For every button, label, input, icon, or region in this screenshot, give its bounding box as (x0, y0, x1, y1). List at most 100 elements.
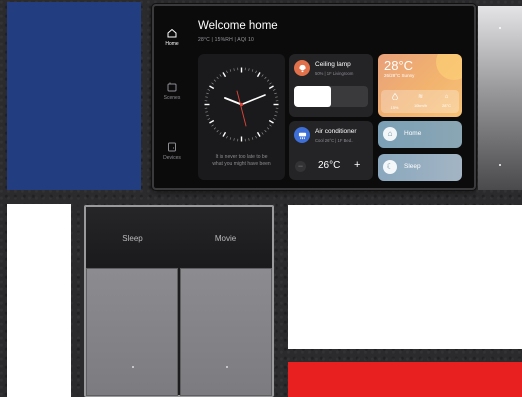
scene-home-button[interactable]: ⌂ Home (378, 121, 462, 148)
clock-minute-tick (264, 76, 267, 80)
temp-decrease-button[interactable]: − (295, 161, 306, 172)
clock-minute-tick (213, 79, 217, 82)
quote-line-2: what you might have been (212, 161, 271, 167)
minute-hand (240, 94, 266, 106)
brightness-slider[interactable] (294, 86, 368, 107)
scene-sleep-button[interactable]: ☾ Sleep (378, 154, 462, 181)
air-conditioner-card[interactable]: Air conditioner Cool 26°C | 1F Bed.. − 2… (289, 121, 373, 180)
quote-text: It is never too late to be what you migh… (198, 154, 285, 168)
white-panel-right (288, 205, 522, 349)
lamp-title: Ceiling lamp (315, 61, 351, 68)
ac-icon (294, 127, 310, 143)
clock-minute-tick (207, 89, 211, 91)
weather-stat-wind: ≋ 10km/h (411, 93, 430, 108)
ac-title: Air conditioner (315, 128, 357, 135)
sidebar-item-home[interactable]: Home (158, 28, 186, 47)
humidity-icon (385, 92, 404, 103)
clock-hour-tick (268, 85, 274, 90)
wind-icon: ≋ (417, 94, 424, 100)
clock-minute-tick (248, 138, 250, 141)
clock-minute-tick (255, 135, 257, 139)
weather-stat-indoor: ⌂ 28°C (437, 93, 456, 108)
clock-minute-tick (219, 132, 222, 135)
clock-hour-tick (222, 131, 227, 137)
clock-minute-tick (248, 68, 250, 71)
clock-hour-tick (209, 119, 215, 124)
clock-minute-tick (216, 129, 219, 133)
clock-hour-tick (256, 72, 261, 78)
sidebar-item-scenes[interactable]: Scenes (158, 82, 186, 101)
ceiling-lamp-card[interactable]: Ceiling lamp 50% | 1F Livingroom (289, 54, 373, 117)
clock-minute-tick (269, 82, 272, 85)
clock-minute-tick (211, 82, 214, 85)
indicator-dot (226, 366, 228, 368)
temp-increase-button[interactable]: + (354, 159, 360, 171)
weather-temperature: 28°C (384, 58, 414, 73)
moon-icon: ☾ (383, 160, 397, 174)
sidebar-item-label: Devices (163, 155, 181, 161)
clock-minute-tick (233, 68, 235, 71)
clock-minute-tick (205, 96, 208, 98)
indoor-temp-icon: ⌂ (444, 94, 449, 100)
scene-switch-panel: Sleep Movie (84, 205, 274, 397)
sidebar-item-label: Home (165, 41, 179, 47)
clock-minute-tick (272, 118, 276, 120)
sidebar-item-devices[interactable]: Devices (158, 142, 186, 161)
clock-minute-tick (251, 137, 254, 140)
switch-display: Sleep Movie (86, 207, 272, 267)
humidity-value: 15% (390, 105, 399, 110)
scenes-icon (167, 82, 177, 92)
sun-icon (436, 54, 462, 80)
home-icon (167, 28, 177, 38)
second-hand (236, 90, 247, 127)
switch-label-right: Movie (214, 234, 237, 243)
clock-minute-tick (206, 92, 209, 95)
clock-minute-tick (275, 96, 278, 98)
clock-minute-tick (264, 129, 267, 133)
clock-center (239, 102, 244, 107)
metal-switch-panel (478, 6, 522, 190)
clock-hour-tick (256, 131, 261, 137)
sleep-switch-button[interactable] (86, 268, 178, 396)
quote-line-1: It is never too late to be (215, 154, 268, 160)
clock-hour-tick (209, 85, 215, 90)
clock-minute-tick (233, 138, 235, 141)
weather-stat-humidity: 15% (385, 92, 404, 110)
clock-hour-tick (222, 72, 227, 78)
clock-minute-tick (226, 70, 228, 74)
indicator-dot (499, 164, 501, 166)
clock-minute-tick (229, 69, 232, 72)
clock-minute-tick (274, 92, 277, 95)
home-icon: ⌂ (383, 127, 397, 141)
clock-minute-tick (226, 135, 228, 139)
clock-card[interactable]: It is never too late to be what you migh… (198, 54, 285, 180)
weather-range: 26/28°C Sunny (384, 73, 415, 78)
lamp-subtitle: 50% | 1F Livingroom (315, 71, 354, 76)
clock-minute-tick (206, 114, 209, 117)
scene-label: Sleep (404, 163, 421, 170)
sidebar-item-label: Scenes (163, 95, 181, 101)
smart-home-tablet: Home Scenes Devices Welcome home 28°C | … (152, 4, 476, 190)
indicator-dot (132, 366, 134, 368)
clock-minute-tick (266, 79, 270, 82)
lamp-icon (294, 60, 310, 76)
weather-stats: 15% ≋ 10km/h ⌂ 28°C (381, 90, 459, 113)
page-title: Welcome home (198, 20, 278, 32)
indicator-dot (499, 27, 501, 29)
weather-card[interactable]: 28°C 26/28°C Sunny 15% ≋ 10km/h ⌂ 28°C (378, 54, 462, 117)
wind-value: 10km/h (413, 103, 428, 108)
clock-minute-tick (269, 124, 272, 127)
ac-subtitle: Cool 26°C | 1F Bed.. (315, 138, 354, 143)
devices-icon (168, 142, 176, 152)
clock-minute-tick (251, 69, 254, 72)
clock-minute-tick (211, 124, 214, 127)
analog-clock (204, 67, 279, 142)
clock-minute-tick (274, 114, 277, 117)
movie-switch-button[interactable] (180, 268, 272, 396)
clock-minute-tick (266, 127, 270, 130)
switch-label-left: Sleep (122, 234, 143, 243)
clock-minute-tick (207, 118, 211, 120)
clock-minute-tick (216, 76, 219, 80)
scene-label: Home (404, 130, 422, 137)
clock-hour-tick (268, 119, 274, 124)
